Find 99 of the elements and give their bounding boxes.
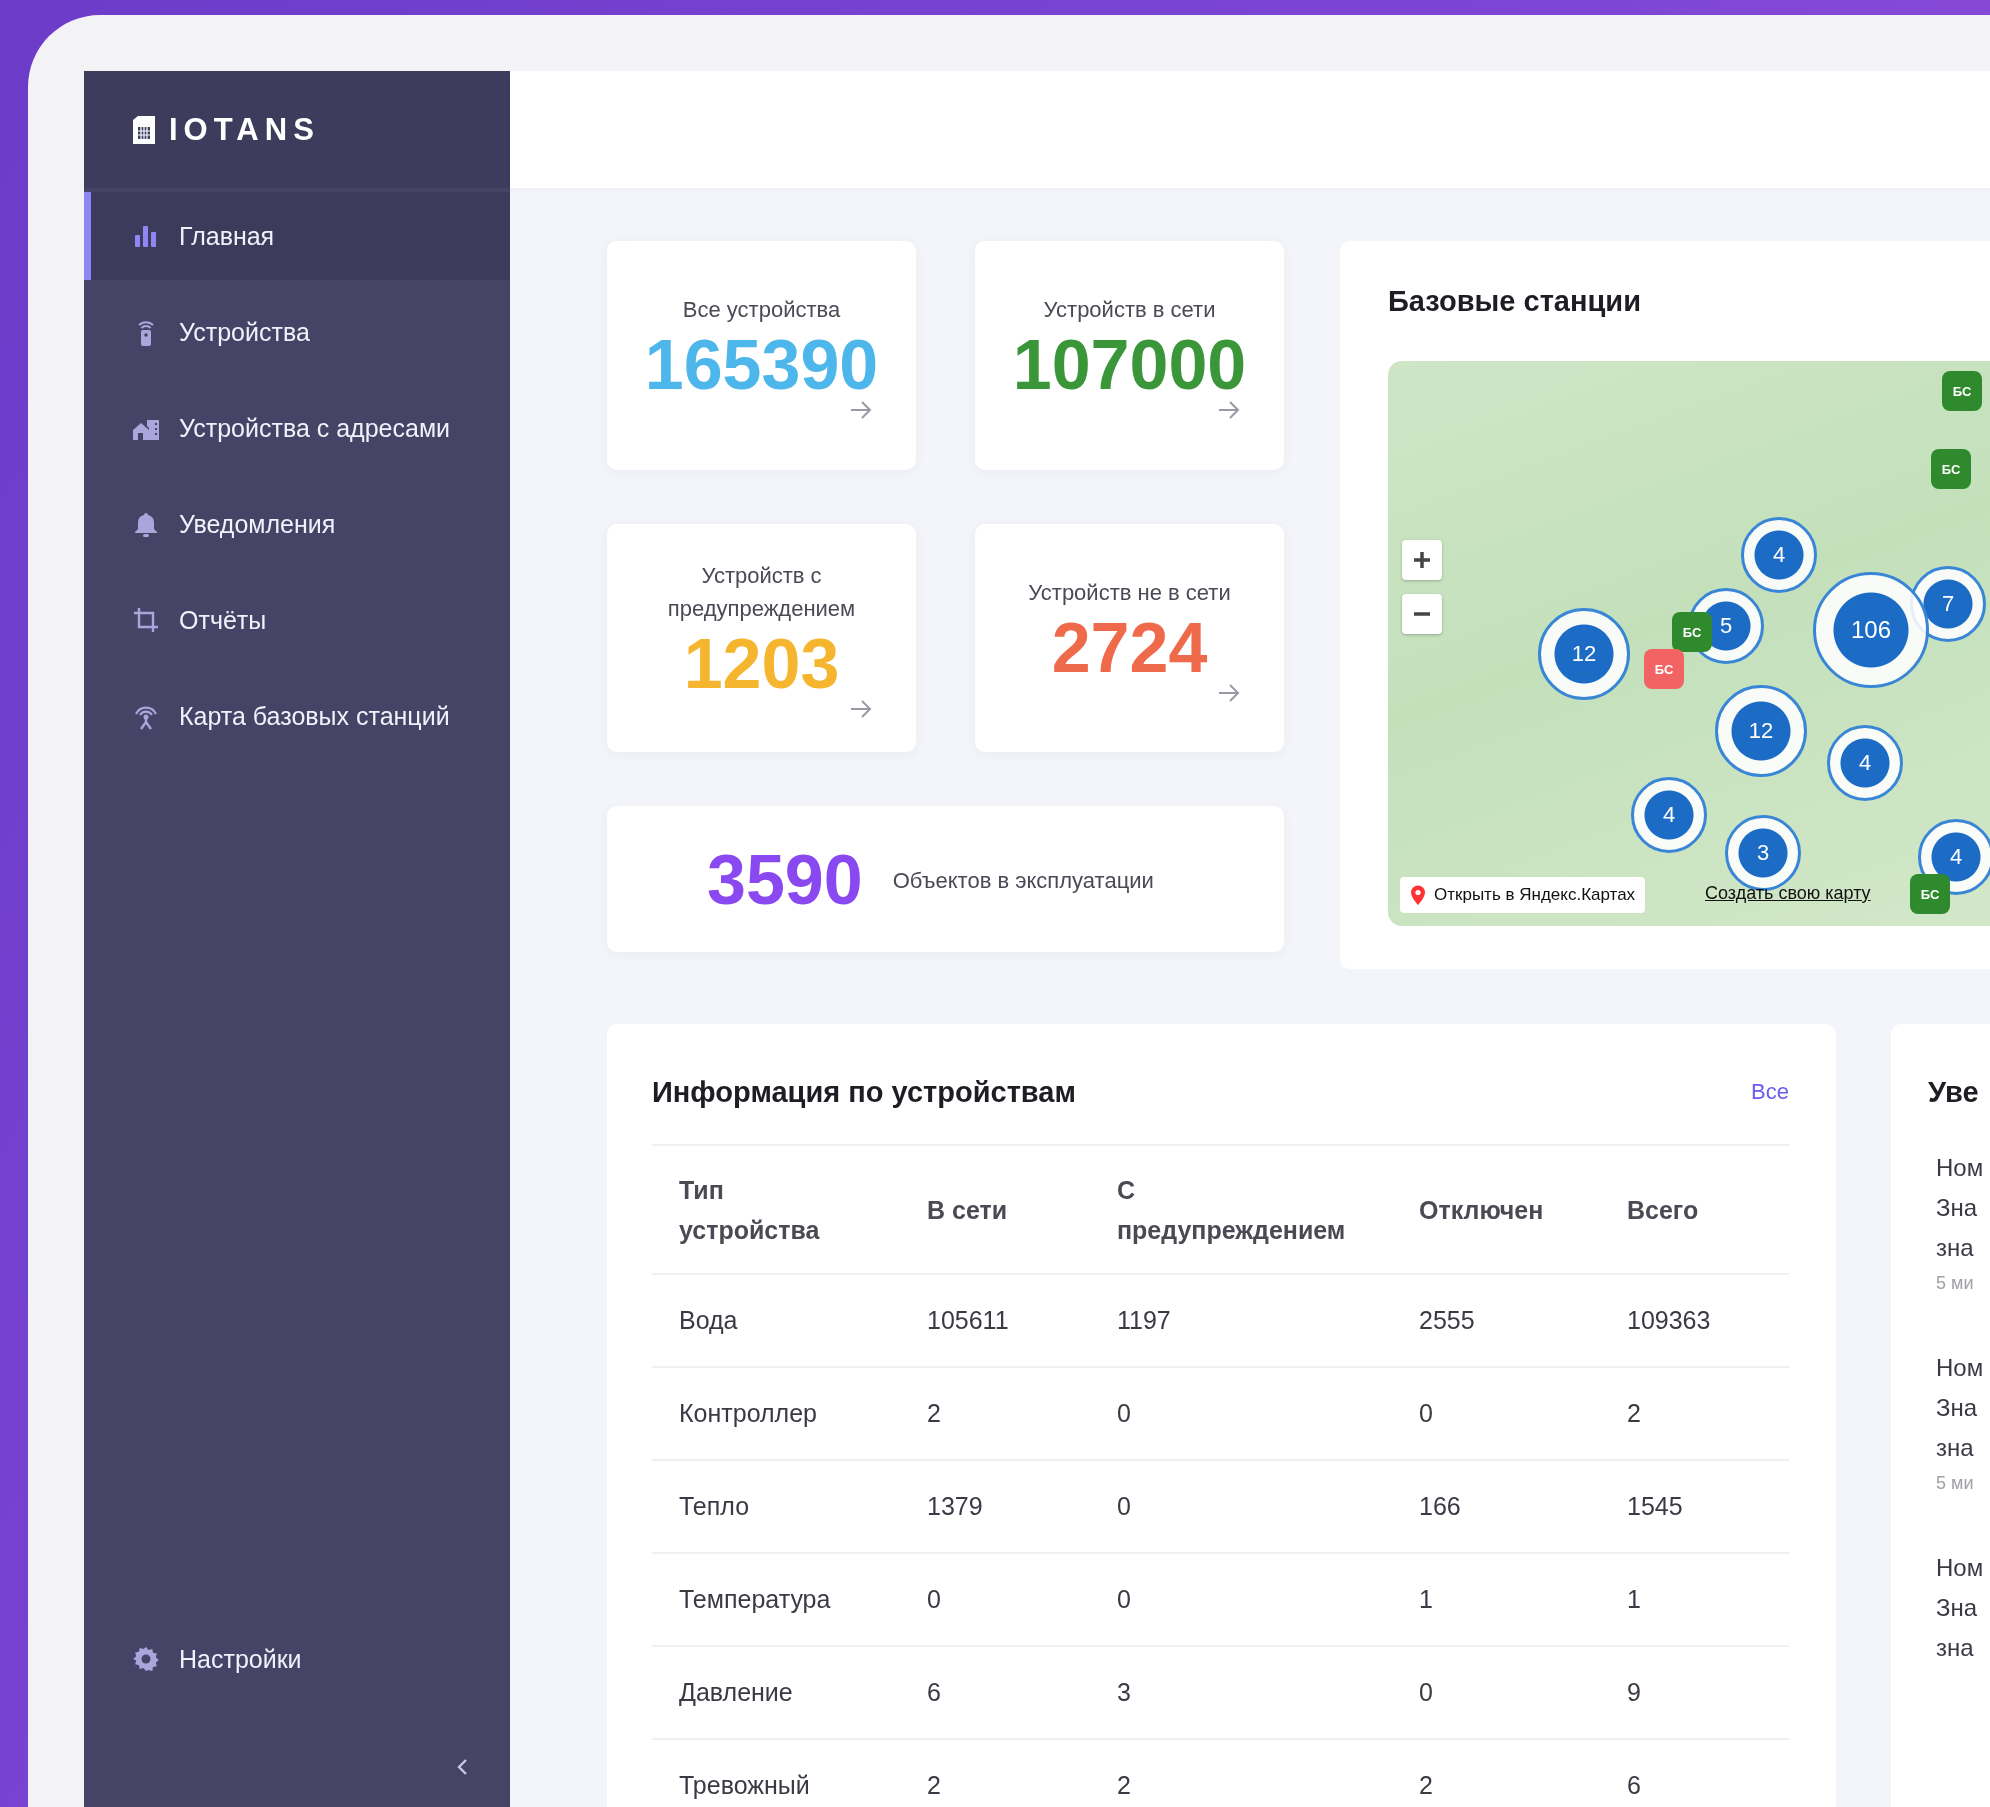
table-cell: 0 [1117, 1399, 1131, 1427]
stat-card[interactable]: Устройств с предупреждением 1203 [607, 524, 916, 752]
table-cell: 0 [1117, 1492, 1131, 1520]
table-cell: 166 [1419, 1492, 1461, 1520]
station-marker[interactable]: БС [1931, 449, 1971, 489]
station-marker[interactable]: БС [1942, 371, 1982, 411]
sidebar-item[interactable]: Отчёты [84, 572, 510, 668]
zoom-out-button[interactable] [1402, 594, 1442, 634]
table-cell: 1545 [1627, 1492, 1683, 1520]
stat-value: 107000 [1012, 326, 1247, 404]
stat-label: Устройств не в сети [1028, 578, 1231, 607]
table-cell: Контроллер [679, 1399, 817, 1427]
plus-icon [1413, 551, 1431, 569]
table-cell: 1 [1419, 1585, 1433, 1613]
table-header-cell-text: Всего [1627, 1194, 1699, 1226]
minus-icon [1413, 612, 1431, 616]
notification-time: 5 ми [1936, 1272, 1975, 1295]
cluster-marker[interactable]: 4 [1631, 777, 1707, 853]
table-cell: 2 [1117, 1771, 1131, 1799]
arrow-right-icon [850, 400, 872, 420]
card-title: Базовые станции [1388, 284, 1642, 319]
table-cell: 9 [1627, 1678, 1641, 1706]
stat-label: Устройств в сети [1043, 296, 1216, 324]
notification-text: зна [1936, 1433, 1975, 1463]
station-marker[interactable]: БС [1672, 612, 1712, 652]
open-in-maps-button[interactable]: Открыть в Яндекс.Картах [1400, 877, 1646, 913]
sidebar-item[interactable]: Карта базовых станций [84, 668, 510, 764]
table-cell: 3 [1117, 1678, 1131, 1706]
stat-label: Объектов в эксплуатации [892, 866, 1154, 895]
table-cell: 0 [1117, 1585, 1131, 1613]
stat-card[interactable]: Устройств в сети 107000 [975, 241, 1284, 470]
table-cell: 109363 [1627, 1306, 1711, 1334]
stat-value: 1203 [683, 625, 840, 703]
sim-card-logo-icon [131, 114, 157, 145]
notification-text: Ном [1936, 1553, 1985, 1583]
bell-icon [132, 510, 160, 538]
table-header-cell-text: В сети [927, 1194, 1008, 1226]
notification-text: зна [1936, 1633, 1975, 1663]
table-cell: Тревожный [679, 1771, 810, 1799]
stat-card[interactable]: Все устройства 165390 [607, 241, 916, 470]
table-cell: 0 [1419, 1678, 1433, 1706]
sidebar-item[interactable]: Устройства с адресами [84, 380, 510, 476]
stat-label: Устройств с предупреждением [666, 562, 857, 623]
stat-card[interactable]: 3590 Объектов в эксплуатации [607, 806, 1284, 952]
table-header-cell-text: Отключен [1419, 1194, 1544, 1226]
table-cell: 1 [1627, 1585, 1641, 1613]
stat-card[interactable]: Устройств не в сети 2724 [975, 524, 1284, 752]
cluster-marker[interactable]: 4 [1741, 517, 1817, 593]
card-title: Информация по устройствам [652, 1075, 1076, 1109]
crop-icon [132, 606, 160, 634]
table-cell: Температура [679, 1585, 831, 1613]
table-header-cell-text: Тип устройства [679, 1174, 821, 1246]
sidebar-item[interactable]: Устройства [84, 284, 510, 380]
table-cell: 6 [927, 1678, 941, 1706]
arrow-right-icon [1218, 682, 1240, 703]
sidebar-item[interactable]: Уведомления [84, 476, 510, 572]
arrow-right-icon [850, 699, 872, 719]
table-cell: Давление [679, 1678, 793, 1706]
sidebar-item[interactable]: Главная [84, 192, 510, 280]
notification-text: Ном [1936, 1153, 1985, 1183]
table-cell: 2 [1419, 1771, 1433, 1799]
table-cell: 2 [927, 1399, 941, 1427]
notification-text: Зна [1936, 1193, 1979, 1223]
table-cell: 2 [1627, 1399, 1641, 1427]
card-title: Уве [1928, 1075, 1980, 1110]
table-cell: 1379 [927, 1492, 983, 1520]
settings-item[interactable]: Настройки [84, 1611, 510, 1707]
map-placeholder[interactable]: БС БС 4 7 БС 5 106 12 БС 12 4 4 3 4 Открыть в Яндекс.Картах Создать свою карту БС [1388, 361, 1990, 926]
table-cell: 0 [1419, 1399, 1433, 1427]
stat-label: Все устройства [682, 296, 841, 324]
stat-value: 2724 [1051, 608, 1208, 687]
notification-text: зна [1936, 1233, 1975, 1263]
settings-icon [132, 1645, 160, 1673]
station-marker[interactable]: БС [1644, 649, 1684, 689]
table-cell: 2555 [1419, 1306, 1475, 1334]
zoom-in-button[interactable] [1402, 540, 1442, 580]
table-header-cell-text: С предупреждением [1117, 1174, 1347, 1246]
table-cell: Тепло [679, 1492, 750, 1520]
table-cell: 0 [927, 1585, 941, 1613]
notification-text: Ном [1936, 1353, 1985, 1383]
notification-text: Зна [1936, 1393, 1979, 1423]
notification-text: Зна [1936, 1593, 1979, 1623]
notification-time: 5 ми [1936, 1472, 1975, 1495]
stat-value: 3590 [707, 841, 863, 919]
table-cell: 6 [1627, 1771, 1641, 1799]
view-all-link[interactable]: Все [1751, 1079, 1789, 1105]
brand-name: IOTANS [169, 111, 320, 148]
arrow-right-icon [1218, 400, 1240, 420]
cluster-marker[interactable]: 4 [1827, 725, 1903, 801]
table-cell: 105611 [927, 1306, 1009, 1334]
stat-value: 165390 [644, 326, 879, 404]
table-cell: 2 [927, 1771, 941, 1799]
cluster-marker[interactable]: 106 [1813, 572, 1929, 688]
table-cell: 1197 [1117, 1306, 1171, 1334]
map-pin-icon [1410, 884, 1426, 906]
cluster-marker[interactable]: 12 [1715, 685, 1807, 777]
table-cell: Вода [679, 1306, 738, 1334]
cluster-marker[interactable]: 12 [1538, 608, 1630, 700]
station-marker[interactable]: БС [1910, 874, 1950, 914]
